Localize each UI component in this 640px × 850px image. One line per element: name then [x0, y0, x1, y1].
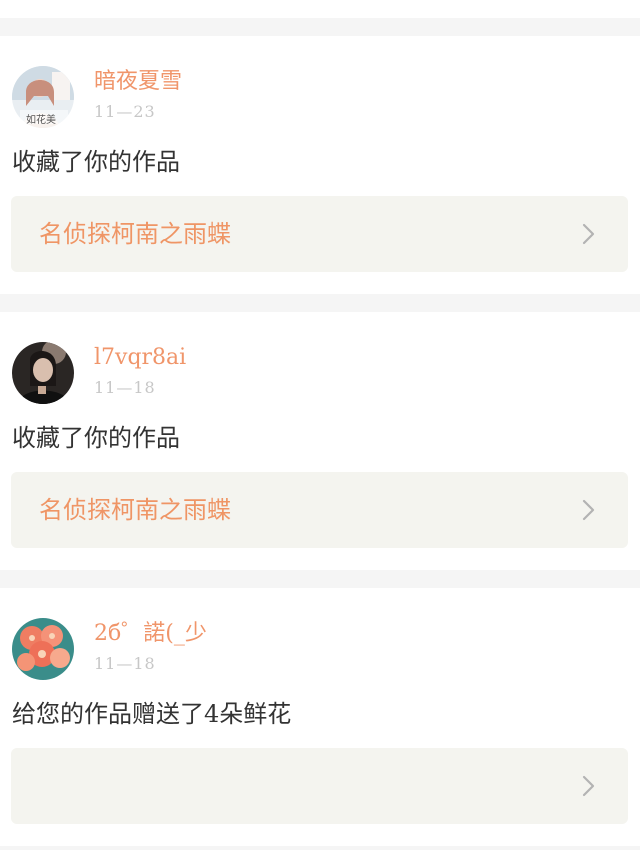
divider: [0, 846, 640, 850]
work-title: 名侦探柯南之雨蝶: [39, 220, 231, 248]
top-strip: [0, 0, 640, 18]
notification-header: l7vqr8ai 11—18: [12, 340, 612, 404]
timestamp: 11—23: [94, 102, 156, 121]
action-text: 收藏了你的作品: [12, 148, 180, 176]
avatar[interactable]: [12, 342, 74, 404]
username[interactable]: l7vqr8ai: [94, 344, 186, 372]
chevron-right-icon: [582, 775, 595, 797]
username[interactable]: 暗夜夏雪: [94, 68, 182, 96]
action-text: 给您的作品赠送了4朵鲜花: [12, 700, 292, 728]
avatar[interactable]: 如花美: [12, 66, 74, 128]
divider: [0, 570, 640, 588]
chevron-right-icon: [582, 223, 595, 245]
notification-header: 如花美 暗夜夏雪 11—23: [12, 64, 612, 128]
notification-card: 2б゜諾(_少 11—18 给您的作品赠送了4朵鲜花: [0, 588, 640, 846]
avatar-caption: 如花美: [26, 115, 56, 126]
divider: [0, 294, 640, 312]
username[interactable]: 2б゜諾(_少: [94, 620, 207, 648]
work-link[interactable]: 名侦探柯南之雨蝶: [11, 472, 628, 548]
chevron-right-icon: [582, 499, 595, 521]
notification-card: l7vqr8ai 11—18 收藏了你的作品 名侦探柯南之雨蝶: [0, 312, 640, 570]
notification-feed: 如花美 暗夜夏雪 11—23 收藏了你的作品 名侦探柯南之雨蝶 l7vqr8ai…: [0, 0, 640, 850]
work-link[interactable]: 名侦探柯南之雨蝶: [11, 196, 628, 272]
divider: [0, 18, 640, 36]
timestamp: 11—18: [94, 378, 156, 397]
work-title: 名侦探柯南之雨蝶: [39, 496, 231, 524]
action-text: 收藏了你的作品: [12, 424, 180, 452]
timestamp: 11—18: [94, 654, 156, 673]
work-link[interactable]: [11, 748, 628, 824]
notification-header: 2б゜諾(_少 11—18: [12, 616, 612, 680]
notification-card: 如花美 暗夜夏雪 11—23 收藏了你的作品 名侦探柯南之雨蝶: [0, 36, 640, 294]
avatar[interactable]: [12, 618, 74, 680]
